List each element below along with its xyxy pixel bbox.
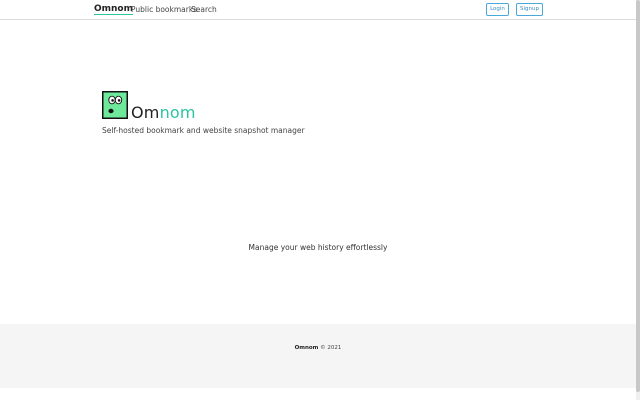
hero-title-nom: nom <box>159 103 196 122</box>
footer: Omnom © 2021 <box>0 324 636 388</box>
page: Omnom Public bookmarks Search Login Sign… <box>0 0 640 400</box>
footer-brand: Omnom <box>294 345 319 351</box>
nav-search[interactable]: Search <box>191 5 217 15</box>
tagline: Manage your web history effortlessly <box>248 243 388 252</box>
hero-subtitle: Self-hosted bookmark and website snapsho… <box>102 126 305 135</box>
footer-text: Omnom © 2021 <box>0 344 636 352</box>
omnom-face-logo-icon <box>102 91 128 119</box>
brand-link[interactable]: Omnom <box>94 4 133 15</box>
scrollbar[interactable] <box>636 0 640 400</box>
scrollbar-thumb[interactable] <box>636 0 640 392</box>
hero-title: Omnom <box>131 104 196 122</box>
navbar: Omnom Public bookmarks Search Login Sign… <box>0 0 640 20</box>
footer-copyright: © 2021 <box>320 345 342 351</box>
signup-button[interactable]: Signup <box>516 3 543 16</box>
hero-title-om: Om <box>131 103 160 122</box>
nav-public-bookmarks[interactable]: Public bookmarks <box>131 5 197 15</box>
login-button[interactable]: Login <box>486 3 509 16</box>
